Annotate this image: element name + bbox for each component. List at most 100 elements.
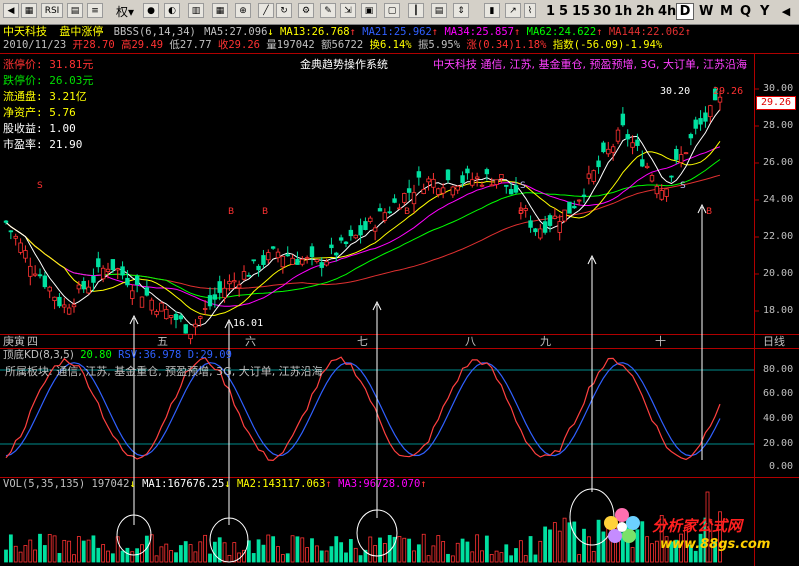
candle-body xyxy=(377,208,383,212)
net-assets-row: 净资产: 5.76 xyxy=(3,106,76,119)
candle-body xyxy=(241,271,247,280)
candle-body xyxy=(625,134,630,140)
volume-bar xyxy=(402,537,407,563)
candle-body xyxy=(251,259,256,262)
candle-body xyxy=(640,159,645,167)
candle-body xyxy=(202,308,208,310)
volume-bar xyxy=(339,542,344,563)
volume-bar xyxy=(533,554,538,563)
volume-bar xyxy=(358,555,363,563)
candle-body xyxy=(372,227,378,232)
candle-body xyxy=(523,208,528,211)
candle-body xyxy=(630,142,635,148)
volume-bar xyxy=(271,536,276,563)
volume-bar xyxy=(154,555,159,563)
candle-body xyxy=(66,307,72,315)
period-label: 日线 xyxy=(763,335,785,348)
candle-body xyxy=(683,152,689,155)
volume-bar xyxy=(650,543,654,563)
time-axis: 庚寅 四 五 六 七 八 九 十 日线 xyxy=(0,335,799,348)
candle-body xyxy=(504,184,509,187)
candle-body xyxy=(62,304,67,308)
volume-bar xyxy=(509,555,514,563)
candle-body xyxy=(159,302,164,312)
volume-bar xyxy=(42,545,47,563)
candle-body xyxy=(212,294,218,300)
volume-bar xyxy=(368,536,373,563)
candle-body xyxy=(290,257,295,265)
volume-bar xyxy=(518,540,523,563)
volume-bar xyxy=(431,545,436,563)
price-axis-label: 26.00 xyxy=(763,157,794,168)
candle-body xyxy=(440,187,446,194)
candle-body xyxy=(23,250,28,259)
candle-body xyxy=(110,259,116,271)
candle-body xyxy=(227,280,232,285)
month-7: 七 xyxy=(357,335,368,348)
candle-body xyxy=(644,165,650,169)
volume-bar xyxy=(654,540,659,563)
candle-body xyxy=(57,296,62,307)
candle-body xyxy=(81,280,86,290)
volume-bar xyxy=(416,544,421,563)
candle-body xyxy=(314,259,320,263)
volume-bar xyxy=(67,540,72,563)
volume-bar xyxy=(630,547,635,563)
signal-marker: B xyxy=(518,207,524,217)
volume-bar xyxy=(421,533,426,563)
volume-bar xyxy=(480,550,484,563)
volume-bar xyxy=(373,545,378,563)
candle-body xyxy=(610,146,616,153)
candle-body xyxy=(319,262,324,268)
high-label: 30.20 xyxy=(660,86,691,97)
candle-body xyxy=(178,315,184,320)
year-label: 庚寅 xyxy=(3,335,25,348)
volume-bar xyxy=(300,537,305,563)
signal-marker: S xyxy=(520,181,526,191)
volume-bar xyxy=(514,548,518,563)
volume-bar xyxy=(577,554,582,563)
signal-marker: B xyxy=(706,207,712,217)
volume-bar xyxy=(256,539,261,563)
candle-body xyxy=(266,252,271,261)
candle-body xyxy=(552,215,558,219)
candle-body xyxy=(494,179,499,185)
candle-body xyxy=(557,221,562,233)
volume-bar xyxy=(8,534,13,563)
kd-header: 顶底KD(8,3,5) 20.80 RSV:36.978 D:29.09 xyxy=(3,349,232,361)
kd-axis-20: 20.00 xyxy=(763,438,794,449)
volume-bar xyxy=(523,555,528,563)
volume-bar xyxy=(174,552,178,563)
ma13-line xyxy=(5,141,721,316)
volume-bar xyxy=(227,554,232,563)
ma21-line xyxy=(5,146,721,307)
candle-body xyxy=(261,255,266,265)
volume-bar xyxy=(62,539,67,563)
volume-bar xyxy=(212,541,217,563)
kd-axis-60: 60.00 xyxy=(763,388,794,399)
volume-bar xyxy=(164,543,169,563)
volume-bar xyxy=(159,546,164,563)
candle-body xyxy=(445,169,451,181)
volume-bar xyxy=(426,555,431,563)
candle-body xyxy=(411,192,417,205)
volume-bar xyxy=(378,537,382,563)
volume-bar xyxy=(591,550,596,563)
volume-bar xyxy=(397,536,402,563)
candle-body xyxy=(18,242,23,253)
signal-marker: B xyxy=(404,207,410,217)
signal-marker: S xyxy=(37,181,43,191)
candle-body xyxy=(193,323,198,328)
volume-bar xyxy=(72,554,76,563)
volume-bar xyxy=(635,529,640,563)
volume-bar xyxy=(310,538,314,563)
month-8: 八 xyxy=(465,335,476,348)
candle-body xyxy=(615,129,621,142)
candle-body xyxy=(217,281,222,293)
candle-body xyxy=(508,189,514,195)
candle-body xyxy=(635,139,640,146)
volume-bar xyxy=(261,544,266,563)
volume-bar xyxy=(285,553,290,563)
volume-bar xyxy=(693,550,698,563)
candle-body xyxy=(669,175,674,178)
